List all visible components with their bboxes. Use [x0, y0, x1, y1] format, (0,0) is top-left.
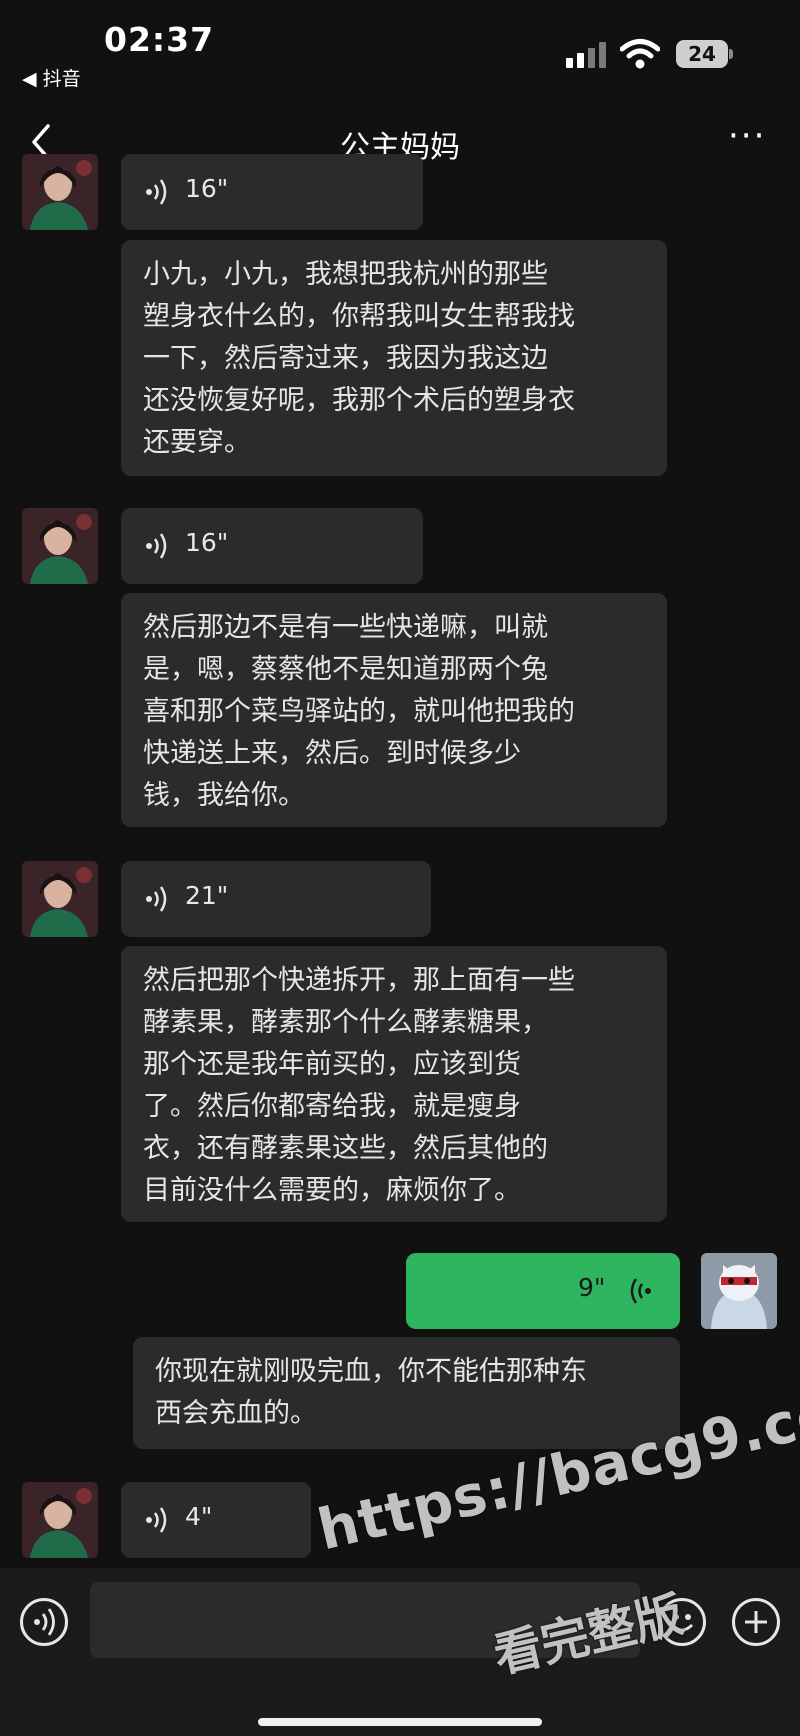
- transcript-line: 是，嗯，蔡蔡他不是知道那两个兔: [143, 654, 548, 685]
- voice-message[interactable]: 4": [121, 1482, 311, 1558]
- wifi-icon: [620, 39, 660, 69]
- status-time: 02:37: [104, 20, 215, 59]
- voice-transcription: 然后把那个快递拆开，那上面有一些 酵素果，酵素那个什么酵素糖果， 那个还是我年前…: [121, 946, 667, 1222]
- transcript-line: 目前没什么需要的，麻烦你了。: [143, 1175, 521, 1206]
- transcript-line: 衣，还有酵素果这些，然后其他的: [143, 1133, 548, 1164]
- voice-duration: 9": [578, 1273, 606, 1302]
- avatar-image: [22, 861, 98, 937]
- my-avatar[interactable]: [701, 1253, 777, 1329]
- voice-wave-icon: [146, 533, 167, 559]
- back-to-app-link[interactable]: ◀ 抖音: [22, 64, 81, 91]
- voice-message[interactable]: 16": [121, 508, 423, 584]
- voice-duration: 21": [185, 881, 229, 910]
- transcript-line: 西会充血的。: [155, 1398, 317, 1429]
- voice-message[interactable]: 21": [121, 861, 431, 937]
- transcript-line: 酵素果，酵素那个什么酵素糖果，: [143, 1007, 548, 1038]
- transcript-line: 塑身衣什么的，你帮我叫女生帮我找: [143, 301, 575, 332]
- voice-duration: 16": [185, 174, 229, 203]
- transcript-line: 一下，然后寄过来，我因为我这边: [143, 343, 548, 374]
- contact-avatar[interactable]: [22, 1482, 98, 1558]
- transcript-line: 了。然后你都寄给我，就是瘦身: [143, 1091, 521, 1122]
- home-indicator: [258, 1718, 542, 1726]
- voice-wave-icon: [146, 179, 167, 205]
- transcript-line: 你现在就刚吸完血，你不能估那种东: [155, 1356, 587, 1387]
- transcript-line: 还没恢复好呢，我那个术后的塑身衣: [143, 385, 575, 416]
- input-bar: [0, 1568, 800, 1736]
- voice-wave-icon: [146, 886, 167, 912]
- transcript-line: 然后把那个快递拆开，那上面有一些: [143, 965, 575, 996]
- voice-duration: 4": [185, 1502, 213, 1531]
- voice-wave-icon: [630, 1278, 651, 1304]
- more-icon[interactable]: ···: [728, 119, 772, 158]
- voice-duration: 16": [185, 528, 229, 557]
- transcript-line: 然后那边不是有一些快递嘛，叫就: [143, 612, 548, 643]
- avatar-image: [22, 154, 98, 230]
- battery-tip: [729, 49, 733, 59]
- battery-icon: 24: [676, 40, 728, 68]
- avatar-image: [22, 1482, 98, 1558]
- plus-icon[interactable]: [732, 1598, 780, 1646]
- contact-avatar[interactable]: [22, 154, 98, 230]
- voice-wave-icon: [146, 1507, 167, 1533]
- transcript-line: 那个还是我年前买的，应该到货: [143, 1049, 521, 1080]
- signal-icon: [566, 42, 606, 68]
- transcript-line: 还要穿。: [143, 427, 251, 458]
- avatar-image: [701, 1253, 777, 1329]
- voice-transcription: 小九，小九，我想把我杭州的那些 塑身衣什么的，你帮我叫女生帮我找 一下，然后寄过…: [121, 240, 667, 476]
- voice-message[interactable]: 16": [121, 154, 423, 230]
- transcript-line: 喜和那个菜鸟驿站的，就叫他把我的: [143, 696, 575, 727]
- transcript-line: 快递送上来，然后。到时候多少: [143, 738, 521, 769]
- contact-avatar[interactable]: [22, 861, 98, 937]
- voice-mode-icon[interactable]: [20, 1598, 68, 1646]
- my-voice-message[interactable]: 9": [406, 1253, 680, 1329]
- contact-avatar[interactable]: [22, 508, 98, 584]
- transcript-line: 小九，小九，我想把我杭州的那些: [143, 259, 548, 290]
- voice-transcription: 你现在就刚吸完血，你不能估那种东 西会充血的。: [133, 1337, 680, 1449]
- transcript-line: 钱，我给你。: [143, 780, 305, 811]
- avatar-image: [22, 508, 98, 584]
- voice-transcription: 然后那边不是有一些快递嘛，叫就 是，嗯，蔡蔡他不是知道那两个兔 喜和那个菜鸟驿站…: [121, 593, 667, 827]
